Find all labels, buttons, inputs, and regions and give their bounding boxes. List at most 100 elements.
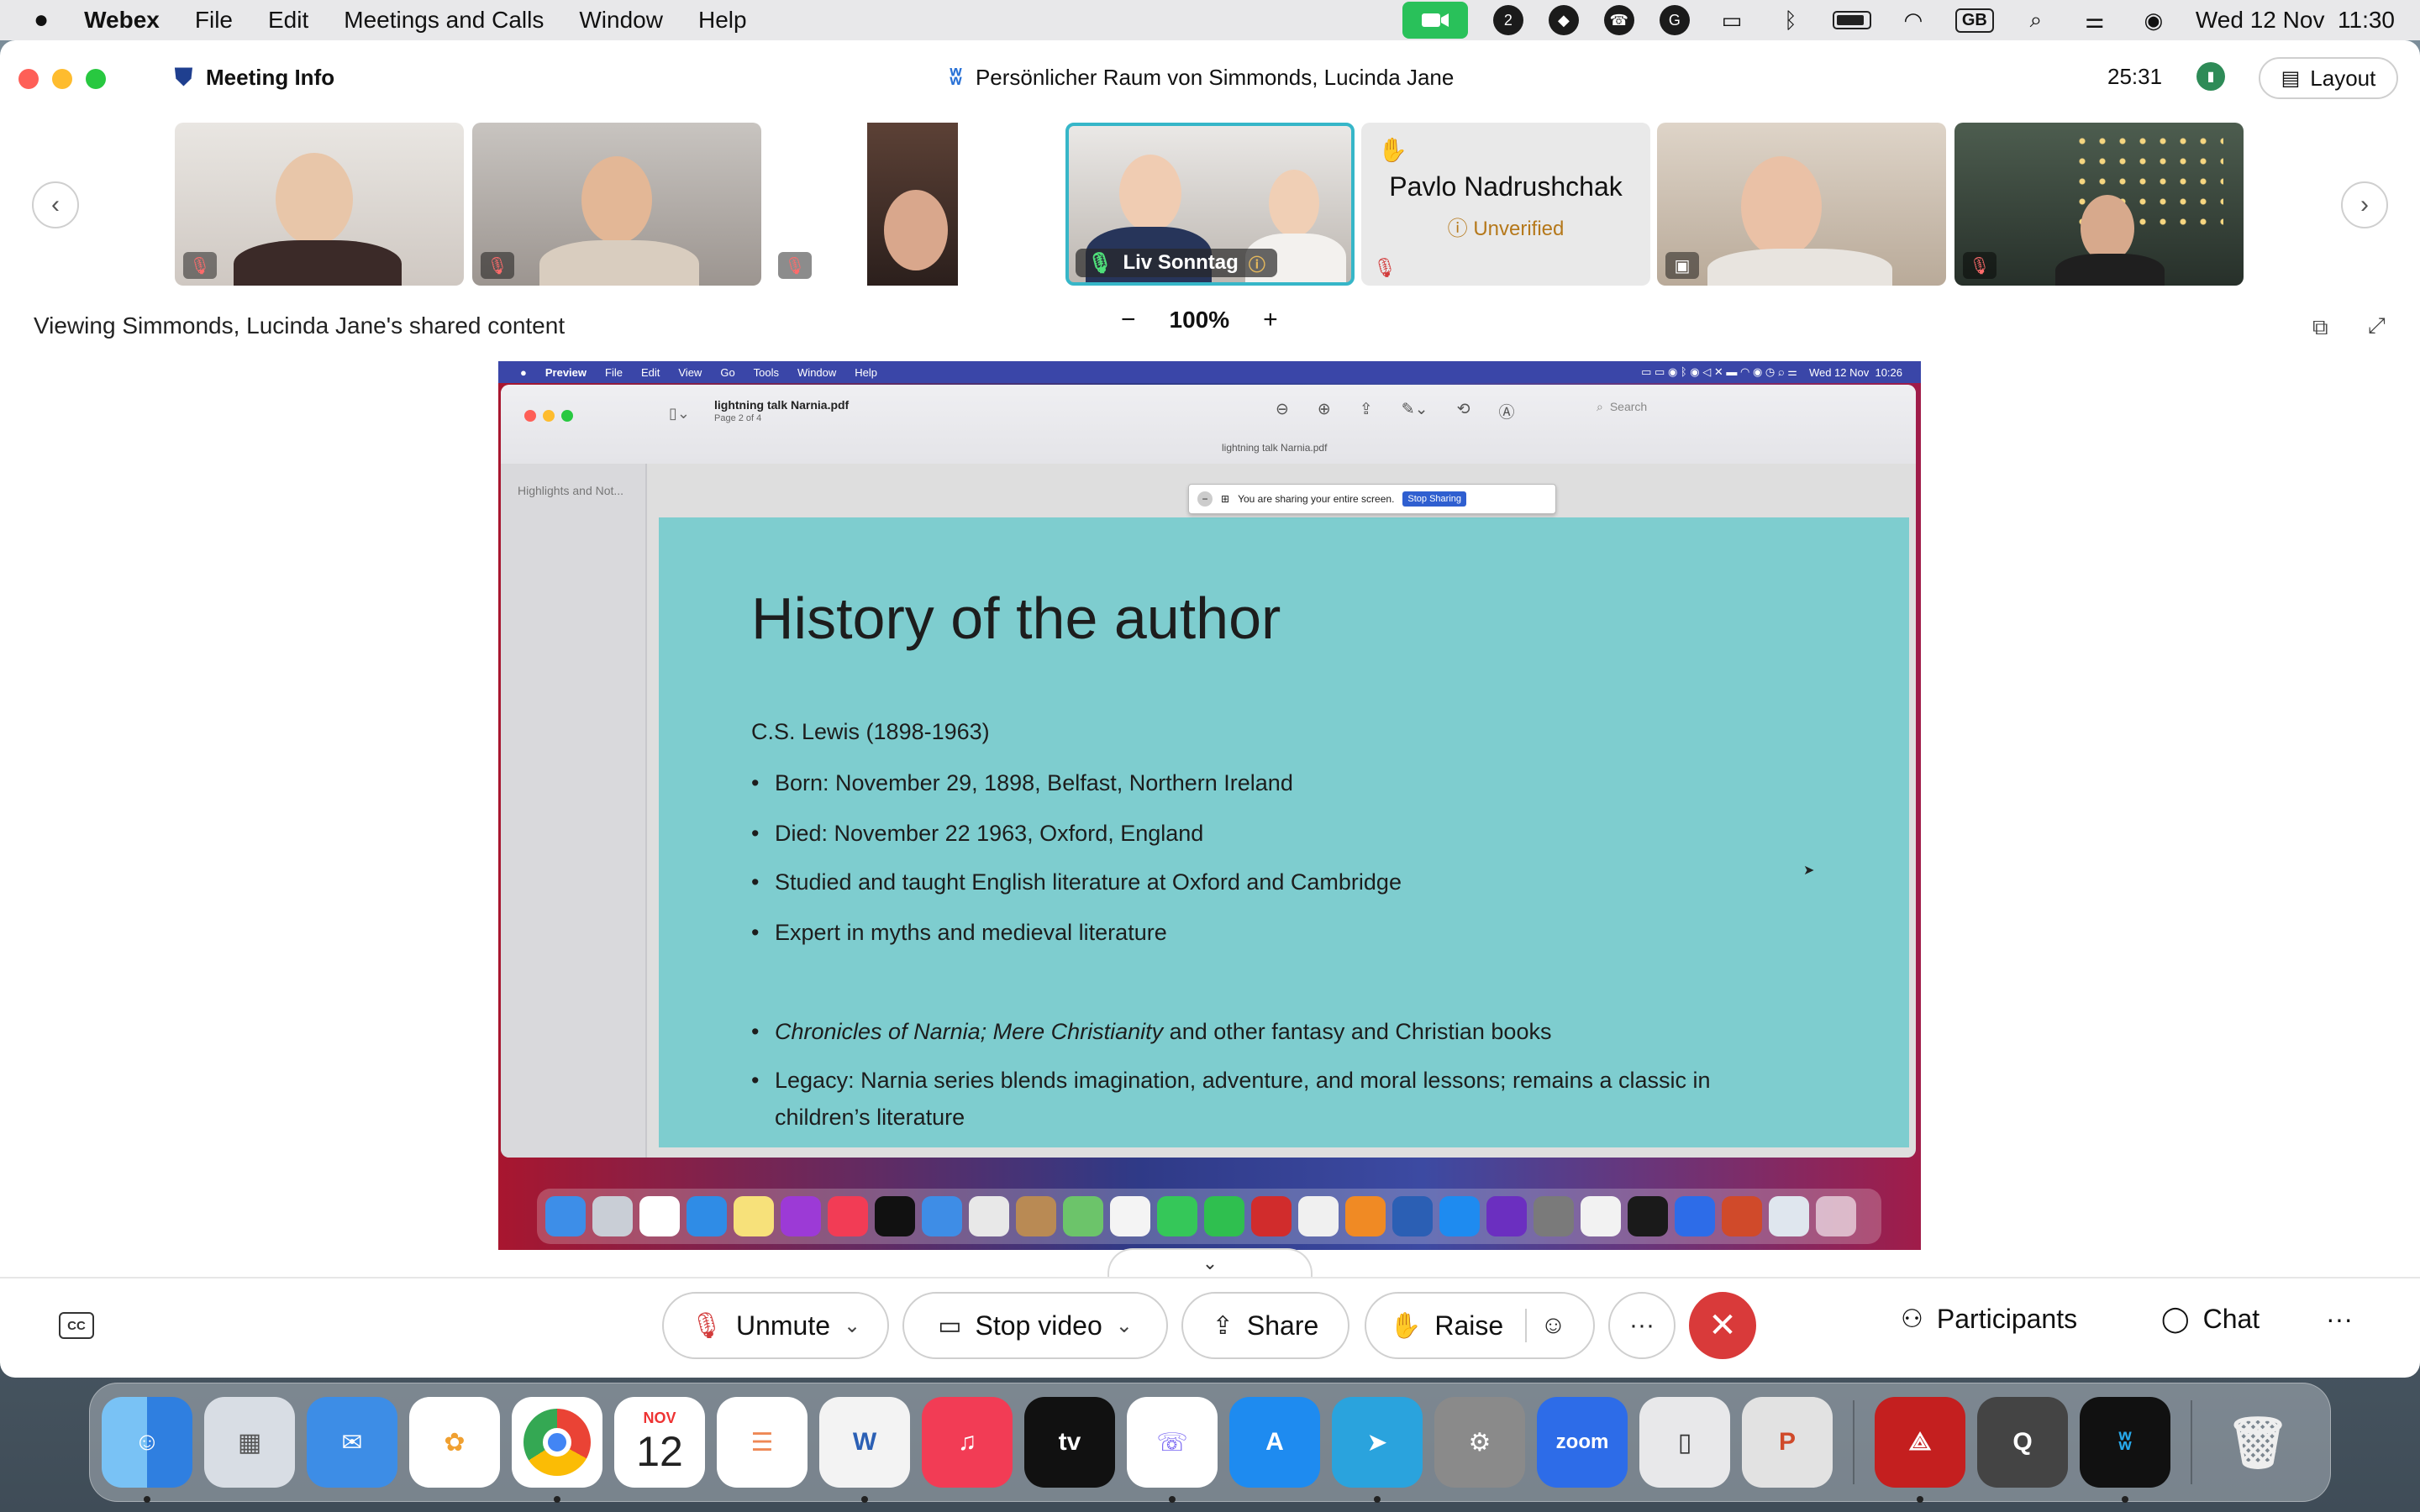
meeting-info-button[interactable]: ⛊ Meeting Info [175, 64, 334, 92]
minimize-window-button[interactable] [52, 69, 72, 89]
zoom-in-button[interactable]: + [1263, 306, 1278, 334]
reminders-icon[interactable]: ☰ [717, 1397, 808, 1488]
slide-title: History of the author [751, 585, 1281, 651]
toolbar-divider [0, 1277, 2420, 1278]
control-center-icon[interactable]: ⚌ [2078, 8, 2112, 33]
menu-help[interactable]: Help [698, 7, 747, 34]
menu-window[interactable]: Window [579, 7, 663, 34]
acrobat-icon[interactable]: ⟁ [1875, 1397, 1965, 1503]
menu-file[interactable]: File [195, 7, 233, 34]
reactions-icon[interactable]: ☺ [1540, 1311, 1566, 1340]
webex-logo-icon: ʬ [950, 64, 962, 90]
question-icon: ⓘ [1447, 218, 1474, 240]
launchpad-icon[interactable]: ▦ [204, 1397, 295, 1488]
more-options-button[interactable]: ··· [1608, 1292, 1676, 1359]
grammarly-icon[interactable]: G [1659, 5, 1690, 35]
share-view-options-icon[interactable]: ⧉ [2312, 314, 2328, 341]
app-menu-webex[interactable]: Webex [84, 7, 160, 34]
menu-meetings-and-calls[interactable]: Meetings and Calls [344, 7, 544, 34]
video-camera-icon: ▭ [938, 1311, 962, 1340]
zoom-window-button[interactable] [86, 69, 106, 89]
app-store-icon[interactable]: A [1229, 1397, 1320, 1488]
participant-body [2055, 254, 2165, 286]
presentation-slide: History of the author C.S. Lewis (1898-1… [659, 517, 1909, 1147]
zoom-in-icon: ⊕ [1317, 401, 1331, 418]
screen-mirroring-icon[interactable]: ▭ [1715, 8, 1749, 33]
layout-button[interactable]: ▤ Layout [2259, 57, 2398, 99]
participants-button[interactable]: ⚇ Participants [1901, 1304, 2077, 1335]
notification-badge-icon[interactable]: 2 [1492, 5, 1523, 35]
zoom-app-icon[interactable]: zoom [1537, 1397, 1628, 1488]
network-health-icon[interactable]: ▮ [2196, 62, 2225, 91]
macos-dock: ☺ ▦ ✉ ✿ NOV 12 ☰ W ♫ tv ☏ A ➤ ⚙ zoom ▯ P… [89, 1383, 2331, 1503]
chat-button[interactable]: ◯ Chat [2161, 1304, 2260, 1335]
preview-page-label: Page 2 of 4 [714, 413, 762, 423]
participant-video-tile[interactable]: 🎙 [1954, 123, 2244, 286]
preview-tool-icons: ⊖ ⊕ ⇪ ✎⌄ ⟲ Ⓐ [1276, 400, 1515, 423]
telegram-icon[interactable]: ➤ [1332, 1397, 1423, 1503]
shared-menubar: ● Preview File Edit View Go Tools Window… [498, 361, 1921, 383]
participant-video-tile[interactable]: 🎙 [770, 123, 1059, 286]
music-icon[interactable]: ♫ [922, 1397, 1013, 1488]
leave-meeting-button[interactable]: ✕ [1689, 1292, 1756, 1359]
chevron-down-icon[interactable]: ⌄ [1116, 1314, 1133, 1338]
previous-participants-button[interactable]: ‹ [32, 181, 79, 228]
podcasts-icon [781, 1196, 821, 1236]
preview-search-placeholder: Search [1609, 400, 1648, 413]
battery-icon[interactable] [1832, 11, 1871, 29]
menu-edit[interactable]: Edit [268, 7, 308, 34]
powerpoint-icon[interactable]: P [1742, 1397, 1833, 1488]
camera-in-use-icon[interactable] [1402, 2, 1468, 39]
trash-icon[interactable]: 🗑 [2212, 1397, 2303, 1488]
zoom-out-button[interactable]: − [1121, 306, 1136, 334]
raise-hand-button[interactable]: ✋ Raise ☺ [1365, 1292, 1595, 1359]
chrome-icon[interactable] [512, 1397, 602, 1503]
input-source-indicator[interactable]: GB [1954, 8, 1994, 33]
running-indicator [144, 1496, 150, 1503]
music-icon [828, 1196, 868, 1236]
system-settings-icon[interactable]: ⚙ [1434, 1397, 1525, 1488]
participant-video-tile[interactable]: 🎙 [175, 123, 464, 286]
appletv-icon[interactable]: tv [1024, 1397, 1115, 1488]
word-icon[interactable]: W [819, 1397, 910, 1503]
preview-sidebar: Highlights and Not... [501, 464, 647, 1158]
closed-captions-button[interactable]: CC [59, 1312, 94, 1339]
banner-screen-icon: ⊞ [1221, 493, 1230, 505]
participants-icon: ⚇ [1901, 1305, 1923, 1333]
next-participants-button[interactable]: › [2341, 181, 2388, 228]
viber-icon[interactable]: ☏ [1127, 1397, 1218, 1503]
share-button[interactable]: ⇪ Share [1181, 1292, 1349, 1359]
siri-icon[interactable]: ◉ [2137, 8, 2170, 33]
wifi-icon[interactable]: ◠ [1897, 8, 1930, 33]
participant-video-tile[interactable]: ▣ [1657, 123, 1946, 286]
iphone-mirroring-icon[interactable]: ▯ [1639, 1397, 1730, 1488]
unmute-button[interactable]: 🎙 Unmute ⌄ [662, 1292, 889, 1359]
collapse-toolbar-tab[interactable]: ⌄ [1107, 1248, 1313, 1277]
bluetooth-icon[interactable]: ᛒ [1774, 8, 1807, 33]
close-window-button[interactable] [18, 69, 39, 89]
chevron-down-icon[interactable]: ⌄ [844, 1314, 860, 1338]
mail-icon[interactable]: ✉ [307, 1397, 397, 1488]
participant-video-tile[interactable]: 🎙 [472, 123, 761, 286]
spotlight-search-icon[interactable]: ⌕ [2019, 7, 2053, 33]
participant-avatar-tile[interactable]: ✋ Pavlo Nadrushchak ⓘ Unverified 🎙 [1361, 123, 1650, 286]
verification-status: ⓘ Unverified [1361, 212, 1650, 241]
webex-icon[interactable]: ʬ [2080, 1397, 2170, 1503]
menubar-clock[interactable]: Wed 12 Nov 11:30 [2196, 7, 2395, 34]
fullscreen-icon[interactable]: ⤢ [2368, 312, 2386, 339]
zoom-level: 100% [1169, 307, 1230, 333]
messages-icon [1157, 1196, 1197, 1236]
room-title-text: Persönlicher Raum von Simmonds, Lucinda … [975, 64, 1455, 90]
calendar-icon[interactable]: NOV 12 [614, 1397, 705, 1488]
apple-menu-icon[interactable]: ● [34, 6, 49, 34]
dropbox-icon[interactable]: ◆ [1548, 5, 1579, 35]
banner-minimize-icon: − [1197, 491, 1213, 507]
photos-icon[interactable]: ✿ [409, 1397, 500, 1488]
stop-video-button[interactable]: ▭ Stop video ⌄ [902, 1292, 1168, 1359]
status-text: Unverified [1473, 218, 1565, 240]
viber-icon[interactable]: ☎ [1603, 5, 1634, 35]
finder-icon[interactable]: ☺ [102, 1397, 192, 1503]
active-speaker-tile[interactable]: 🎙 Liv Sonntag ⓘ [1065, 123, 1355, 286]
overflow-menu-button[interactable]: ··· [2326, 1304, 2353, 1335]
quicktime-icon[interactable]: Q [1977, 1397, 2068, 1488]
